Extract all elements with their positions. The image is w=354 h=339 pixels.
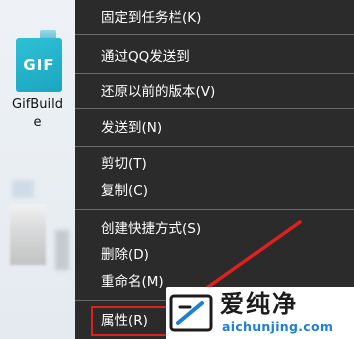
watermark-logo: 爱纯净 aichunjing.com (166, 287, 354, 339)
menu-item-send-to[interactable]: 发送到(N) (101, 116, 162, 140)
menu-item-cut[interactable]: 剪切(T) (101, 152, 147, 176)
menu-item-copy[interactable]: 复制(C) (101, 179, 148, 203)
blurred-file-icon[interactable] (10, 205, 46, 265)
logo-badge-icon (169, 294, 213, 332)
blurred-label (55, 230, 69, 270)
logo-url: aichunjing.com (222, 319, 334, 334)
icon-label-line1: GifBuild (12, 97, 63, 112)
menu-item-create-shortcut[interactable]: 创建快捷方式(S) (101, 217, 201, 241)
menu-item-send-via-qq[interactable]: 通过QQ发送到 (101, 45, 190, 69)
menu-item-rename[interactable]: 重命名(M) (101, 270, 164, 294)
desktop-area: GIF GifBuild e (0, 0, 75, 339)
menu-separator (75, 73, 354, 74)
menu-separator (75, 146, 354, 147)
menu-item-restore-previous-versions[interactable]: 还原以前的版本(V) (101, 80, 215, 104)
menu-item-properties[interactable]: 属性(R) (101, 309, 148, 333)
blurred-icon-top (12, 180, 34, 198)
gifbuilder-app-icon[interactable]: GIF (16, 38, 62, 92)
menu-separator (75, 34, 354, 35)
menu-item-delete[interactable]: 删除(D) (101, 243, 149, 267)
menu-separator (75, 108, 354, 109)
menu-item-pin-taskbar[interactable]: 固定到任务栏(K) (101, 6, 201, 30)
icon-label-line2: e (33, 115, 42, 130)
menu-separator (75, 209, 354, 210)
tile-text: GIF (23, 56, 55, 74)
logo-title: 爱纯净 (220, 290, 298, 318)
desktop-icon-label[interactable]: GifBuild e (0, 96, 75, 132)
